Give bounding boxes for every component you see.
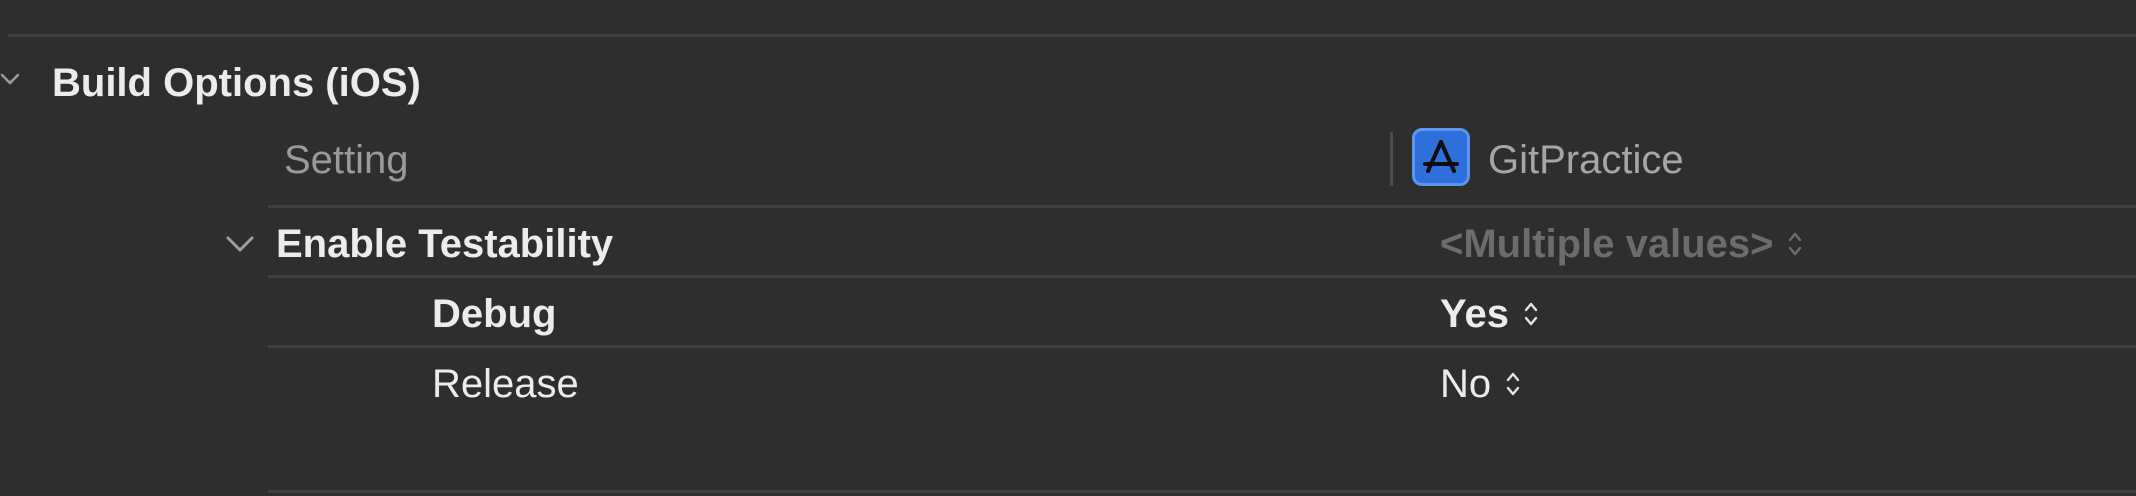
row-divider xyxy=(268,345,2136,348)
build-settings-panel: Build Options (iOS) Setting GitPractice … xyxy=(0,0,2136,496)
header-divider xyxy=(268,205,2136,208)
configuration-value-debug[interactable]: Yes xyxy=(1440,288,1539,340)
stepper-icon xyxy=(1789,232,1802,256)
column-divider[interactable] xyxy=(1390,132,1393,186)
configuration-value-label: No xyxy=(1440,362,1492,406)
column-header-setting: Setting xyxy=(284,138,409,182)
top-divider xyxy=(8,34,2136,37)
configuration-value-release[interactable]: No xyxy=(1440,358,1521,410)
setting-value-multiple[interactable]: <Multiple values> xyxy=(1440,218,1803,270)
configuration-name-release[interactable]: Release xyxy=(432,358,579,410)
setting-value-label: <Multiple values> xyxy=(1440,222,1774,266)
section-title[interactable]: Build Options (iOS) xyxy=(52,56,421,110)
app-store-icon xyxy=(1412,128,1470,186)
setting-name-enable-testability[interactable]: Enable Testability xyxy=(276,218,613,270)
configuration-name-debug[interactable]: Debug xyxy=(432,288,556,340)
configuration-value-label: Yes xyxy=(1440,292,1509,336)
row-divider xyxy=(268,275,2136,278)
chevron-down-icon[interactable] xyxy=(224,232,256,258)
stepper-icon xyxy=(1524,302,1538,326)
bottom-divider xyxy=(268,490,2136,493)
stepper-icon xyxy=(1506,372,1520,396)
column-header-target[interactable]: GitPractice xyxy=(1488,134,1684,186)
chevron-down-icon[interactable] xyxy=(0,68,24,92)
